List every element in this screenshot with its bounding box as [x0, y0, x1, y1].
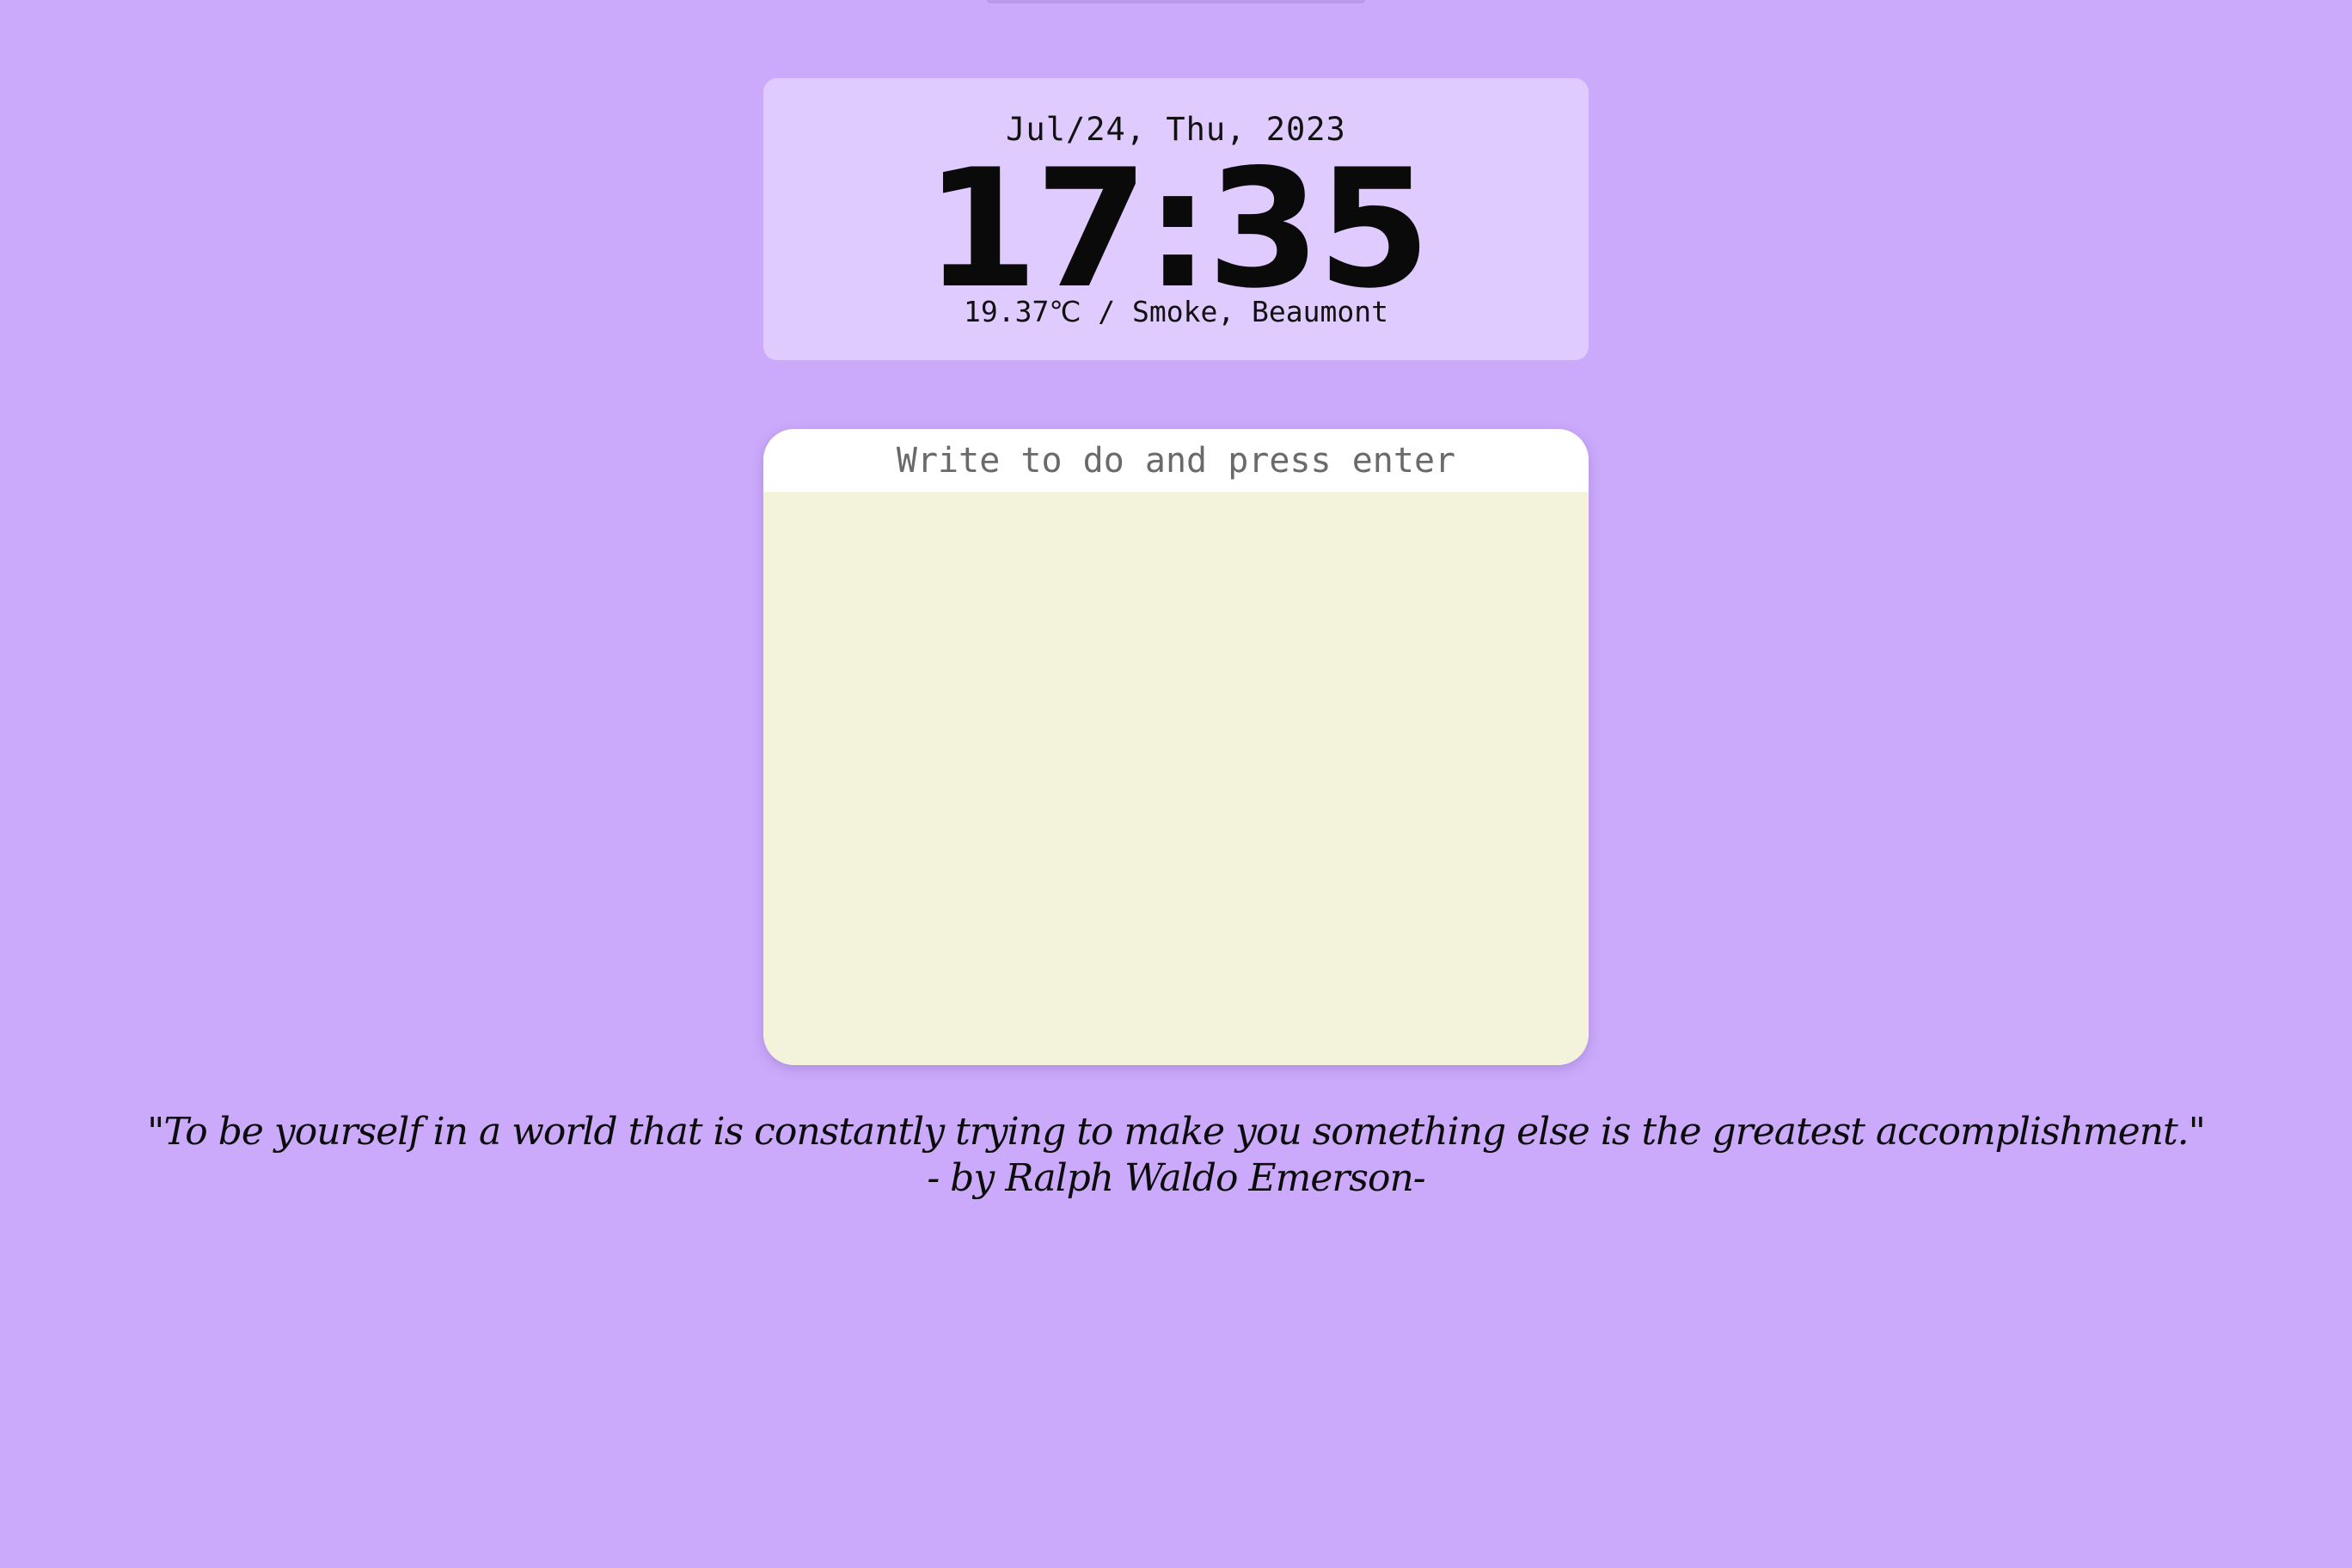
todo-list [763, 492, 1589, 1065]
quote-author: - by Ralph Waldo Emerson- [927, 1156, 1425, 1200]
weather-info: 19.37℃ / Smoke, Beaumont [963, 295, 1389, 328]
top-edge-tab [987, 0, 1365, 3]
quote-block: "To be yourself in a world that is const… [0, 1109, 2352, 1202]
clock-time: 17:35 [924, 134, 1431, 324]
clock-widget: Jul/24, Thu, 2023 17:35 19.37℃ / Smoke, … [763, 78, 1589, 360]
todo-widget [763, 429, 1589, 1065]
todo-input[interactable] [763, 429, 1589, 492]
quote-text: "To be yourself in a world that is const… [147, 1110, 2206, 1154]
